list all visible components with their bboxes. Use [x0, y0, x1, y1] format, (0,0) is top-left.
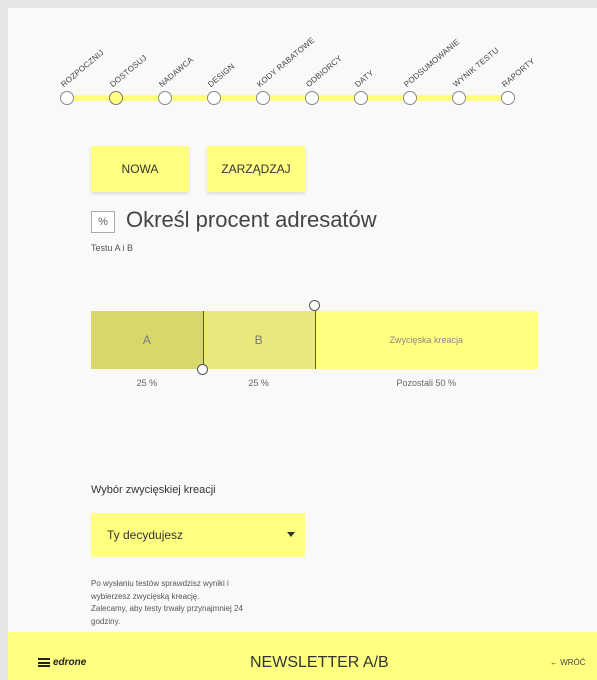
wizard-step-dot[interactable] — [403, 91, 417, 105]
page-title: Określ procent adresatów — [126, 207, 377, 232]
wizard-step[interactable]: PODSUMOWANIE — [402, 0, 461, 105]
new-button[interactable]: NOWA — [91, 146, 189, 192]
wizard-step-dot[interactable] — [256, 91, 270, 105]
wizard-step-dot[interactable] — [109, 91, 123, 105]
split-divider-b-winner — [314, 311, 316, 369]
wizard-step-dot[interactable] — [501, 91, 515, 105]
wizard-progress-line — [62, 95, 514, 101]
segment-b: B — [202, 311, 315, 369]
wizard-step[interactable]: NADAWCA — [157, 0, 195, 105]
wizard-step-dot[interactable] — [60, 91, 74, 105]
percent-icon: % — [91, 211, 115, 233]
footer-bar: edrone NEWSLETTER A/B ← WRÓĆ — [8, 632, 597, 680]
footer-title: NEWSLETTER A/B — [250, 654, 389, 671]
split-handle-b-winner[interactable] — [309, 300, 320, 311]
wizard-step[interactable]: DATY — [353, 0, 376, 105]
note-line: wybierzesz zwycięską kreację. — [91, 591, 200, 601]
brand-logo[interactable]: edrone — [38, 657, 86, 668]
note-line: godziny. — [91, 616, 121, 626]
note-line: Po wysłaniu testów sprawdzisz wyniki i — [91, 579, 229, 588]
wizard-step[interactable]: WYNIK TESTU — [451, 0, 500, 105]
wizard-step-dot[interactable] — [207, 91, 221, 105]
back-link[interactable]: ← WRÓĆ — [550, 658, 586, 667]
wizard-step[interactable]: KODY RABATOWE — [255, 0, 316, 105]
winner-note: Po wysłaniu testów sprawdzisz wyniki i w… — [91, 578, 306, 628]
wizard-step[interactable]: DESIGN — [206, 0, 236, 105]
wizard-step-dot[interactable] — [452, 91, 466, 105]
segment-winner: Zwycięska kreacja — [314, 311, 538, 369]
caret-down-icon — [287, 532, 295, 537]
winner-choice-value: Ty decydujesz — [107, 528, 184, 542]
split-divider-a-b — [202, 311, 204, 369]
split-handle-a-b[interactable] — [197, 363, 209, 375]
wizard-step[interactable]: RAPORTY — [500, 0, 537, 105]
winner-choice-select[interactable]: Ty decydujesz — [91, 513, 305, 557]
wizard-step-dot[interactable] — [158, 91, 172, 105]
menu-icon — [38, 658, 50, 667]
wizard-step[interactable]: DOSTOSUJ — [108, 0, 148, 105]
manage-button[interactable]: ZARZĄDZAJ — [207, 146, 305, 192]
wizard-step[interactable]: ROZPOCZNIJ — [59, 0, 106, 105]
segment-b-caption: 25 % — [248, 378, 269, 388]
wizard-step-dot[interactable] — [354, 91, 368, 105]
winner-choice-label: Wybór zwycięskiej kreacji — [91, 484, 216, 496]
page-subtitle: Testu A i B — [91, 243, 134, 253]
segment-a-caption: 25 % — [136, 378, 158, 388]
wizard-step[interactable]: ODBIORCY — [304, 0, 344, 105]
note-line: Zalecamy, aby testy trwały przynajmniej … — [91, 604, 243, 613]
brand-name: edrone — [53, 657, 87, 668]
segment-winner-caption: Pozostali 50 % — [396, 378, 457, 388]
wizard-step-dot[interactable] — [305, 91, 319, 105]
segment-a: A — [91, 311, 203, 369]
